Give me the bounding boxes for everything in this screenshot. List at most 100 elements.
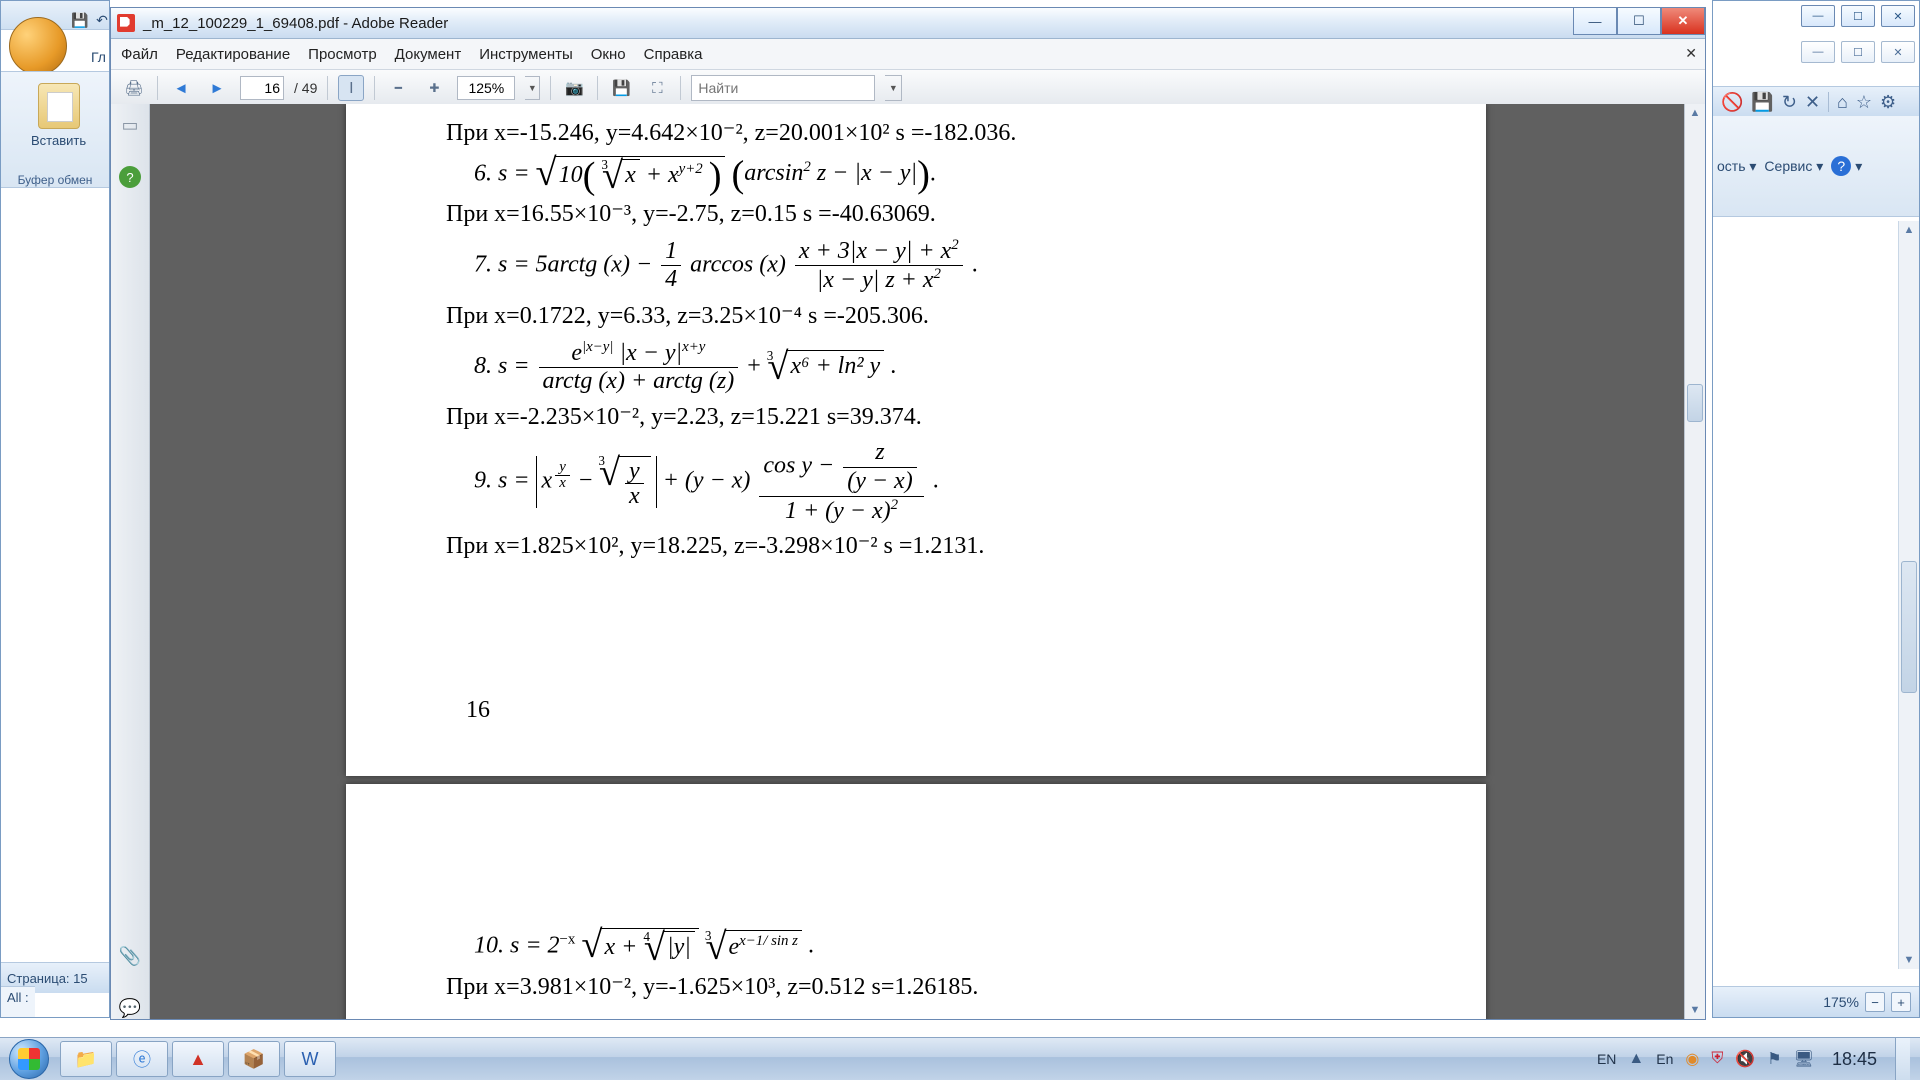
word-home-tab[interactable]: Гл xyxy=(91,49,106,65)
background-word-window: 💾 ↶ Гл Вставить Буфер обмен Страница: 15… xyxy=(0,0,110,1018)
reader-toolbar: 🖨 ◄ ► / 49 Ⅰ ━ ✚ ▼ 📷 💾 ⛶ ▼ xyxy=(111,70,1705,107)
system-tray: EN ▲ En ◉ ⛨ 🔇 ⚑ 🖥 18:45 xyxy=(1587,1038,1920,1080)
menu-window[interactable]: Окно xyxy=(591,46,626,63)
delete-icon[interactable]: ✕ xyxy=(1805,92,1820,113)
block-icon[interactable]: 🚫 xyxy=(1721,92,1743,113)
reader-close-button[interactable]: ✕ xyxy=(1661,8,1705,35)
pdf-equation-10: 10. s = 2−x √ x + 4√|y| 3√ex−1/ sin z . xyxy=(446,928,1396,966)
background-window: — ☐ ✕ — ☐ ✕ 🚫 💾 ↻ ✕ ⌂ ☆ ⚙ ость ▾ Сервис … xyxy=(1712,0,1920,1018)
refresh-icon[interactable]: ↻ xyxy=(1782,92,1797,113)
menu-help[interactable]: Справка xyxy=(644,46,703,63)
prev-page-button[interactable]: ◄ xyxy=(168,75,194,101)
tray-app-icon[interactable]: ◉ xyxy=(1685,1049,1699,1069)
print-button[interactable]: 🖨 xyxy=(121,75,147,101)
tray-battery-icon[interactable]: 🖥 xyxy=(1794,1049,1814,1069)
bg-zoom-in-button[interactable]: + xyxy=(1891,992,1911,1012)
taskbar-ie-button[interactable]: ⓔ xyxy=(116,1041,168,1077)
scroll-up-icon[interactable]: ▲ xyxy=(1899,221,1919,239)
taskbar-word-button[interactable]: W xyxy=(284,1041,336,1077)
start-button[interactable] xyxy=(0,1038,58,1080)
bg-doc-close-button[interactable]: ✕ xyxy=(1881,41,1915,63)
pdf-equation-9: 9. s = xyx − 3√yx + (y − x) cos y − z(y … xyxy=(446,439,1396,525)
pages-panel-icon[interactable]: ▭ xyxy=(119,114,141,136)
zoom-input[interactable] xyxy=(457,76,515,100)
zoom-dropdown-button[interactable]: ▼ xyxy=(525,76,540,100)
bg-sheet-area xyxy=(1713,221,1913,969)
reader-maximize-button[interactable]: ☐ xyxy=(1617,8,1661,35)
pdf-text-line: При x=1.825×10², y=18.225, z=-3.298×10⁻²… xyxy=(446,533,1396,561)
taskbar-reader-button[interactable]: ▲ xyxy=(172,1041,224,1077)
pdf-viewer[interactable]: При x=-15.246, y=4.642×10⁻², z=20.001×10… xyxy=(150,104,1684,1019)
reader-scroll-thumb[interactable] xyxy=(1687,384,1703,422)
pdf-equation-7: 7. s = 5arctg (x) − 14 arccos (x) x + 3|… xyxy=(446,237,1396,295)
bg-close-button[interactable]: ✕ xyxy=(1881,5,1915,27)
reader-titlebar[interactable]: _m_12_100229_1_69408.pdf - Adobe Reader … xyxy=(111,8,1705,39)
tray-up-icon[interactable]: ▲ xyxy=(1628,1050,1644,1068)
office-orb-icon[interactable] xyxy=(9,17,67,75)
find-dropdown-button[interactable]: ▼ xyxy=(885,75,902,101)
menu-document[interactable]: Документ xyxy=(395,46,462,63)
find-input[interactable] xyxy=(691,75,875,101)
tray-language-indicator-2[interactable]: En xyxy=(1656,1051,1673,1067)
bg-doc-max-button[interactable]: ☐ xyxy=(1841,41,1875,63)
document-close-button[interactable]: ✕ xyxy=(1685,45,1697,62)
bg-ribbon-group-b[interactable]: Сервис ▾ xyxy=(1764,158,1823,175)
clipboard-icon xyxy=(38,83,80,129)
show-desktop-button[interactable] xyxy=(1895,1038,1910,1080)
help-panel-icon[interactable]: ? xyxy=(119,166,141,188)
save-icon[interactable]: 💾 xyxy=(1751,92,1773,113)
paste-button[interactable]: Вставить xyxy=(31,83,86,148)
bg-scrollbar[interactable]: ▲ ▼ xyxy=(1898,221,1919,969)
qa-undo-icon[interactable]: ↶ xyxy=(93,11,111,29)
bg-ribbon-group-a[interactable]: ость ▾ xyxy=(1717,158,1756,175)
star-icon[interactable]: ☆ xyxy=(1856,92,1872,113)
zoom-out-button[interactable]: ━ xyxy=(385,75,411,101)
pdf-page-number: 16 xyxy=(466,697,490,724)
word-status-all: All : xyxy=(1,986,35,1017)
qa-save-icon[interactable]: 💾 xyxy=(71,11,89,29)
scroll-down-icon[interactable]: ▼ xyxy=(1685,1001,1705,1019)
page-total-label: / 49 xyxy=(294,80,317,96)
comments-panel-icon[interactable]: 💬 xyxy=(119,997,141,1019)
tray-language-indicator[interactable]: EN xyxy=(1597,1051,1616,1067)
menu-view[interactable]: Просмотр xyxy=(308,46,377,63)
scroll-down-icon[interactable]: ▼ xyxy=(1899,951,1919,969)
snapshot-button[interactable]: 📷 xyxy=(561,75,587,101)
select-tool-button[interactable]: Ⅰ xyxy=(338,75,364,101)
reader-menubar: Файл Редактирование Просмотр Документ Ин… xyxy=(111,39,1705,70)
bg-min-button[interactable]: — xyxy=(1801,5,1835,27)
paste-label: Вставить xyxy=(31,133,86,148)
bg-zoom-label: 175% xyxy=(1823,994,1859,1010)
bg-scroll-thumb[interactable] xyxy=(1901,561,1917,693)
taskbar-7zip-button[interactable]: 📦 xyxy=(228,1041,280,1077)
pdf-equation-8: 8. s = e|x−y| |x − y|x+y arctg (x) + arc… xyxy=(446,339,1396,396)
menu-tools[interactable]: Инструменты xyxy=(479,46,573,63)
tray-shield-icon[interactable]: ⛨ xyxy=(1711,1050,1723,1068)
menu-edit[interactable]: Редактирование xyxy=(176,46,290,63)
scroll-up-icon[interactable]: ▲ xyxy=(1685,104,1705,122)
gear-icon[interactable]: ⚙ xyxy=(1880,92,1896,113)
taskbar-explorer-button[interactable]: 📁 xyxy=(60,1041,112,1077)
pdf-text-line: При x=0.1722, y=6.33, z=3.25×10⁻⁴ s =-20… xyxy=(446,303,1396,331)
reader-scrollbar[interactable]: ▲ ▼ xyxy=(1684,104,1705,1019)
bg-doc-min-button[interactable]: — xyxy=(1801,41,1835,63)
bg-max-button[interactable]: ☐ xyxy=(1841,5,1875,27)
tray-clock[interactable]: 18:45 xyxy=(1826,1049,1883,1070)
page-number-input[interactable] xyxy=(240,76,284,100)
save-copy-button[interactable]: 💾 xyxy=(608,75,634,101)
pdf-equation-6: 6. s = √ 10( 3√x + xy+2 ) (arcsin2 z − |… xyxy=(446,156,1396,194)
pdf-text-line: При x=16.55×10⁻³, y=-2.75, z=0.15 s =-40… xyxy=(446,201,1396,229)
reader-minimize-button[interactable]: — xyxy=(1573,8,1617,35)
tray-flag-icon[interactable]: ⚑ xyxy=(1767,1049,1781,1069)
tray-volume-icon[interactable]: 🔇 xyxy=(1735,1049,1755,1069)
next-page-button[interactable]: ► xyxy=(204,75,230,101)
bg-zoom-out-button[interactable]: − xyxy=(1865,992,1885,1012)
attachments-panel-icon[interactable]: 📎 xyxy=(119,945,141,967)
bg-help-icon[interactable]: ? xyxy=(1831,156,1851,176)
fit-page-button[interactable]: ⛶ xyxy=(644,75,670,101)
menu-file[interactable]: Файл xyxy=(121,46,158,63)
zoom-in-button[interactable]: ✚ xyxy=(421,75,447,101)
bg-statusbar: 175% − + xyxy=(1713,986,1919,1017)
pdf-text-line: При x=3.981×10⁻², y=-1.625×10³, z=0.512 … xyxy=(446,974,1396,1002)
home-icon[interactable]: ⌂ xyxy=(1837,92,1848,113)
